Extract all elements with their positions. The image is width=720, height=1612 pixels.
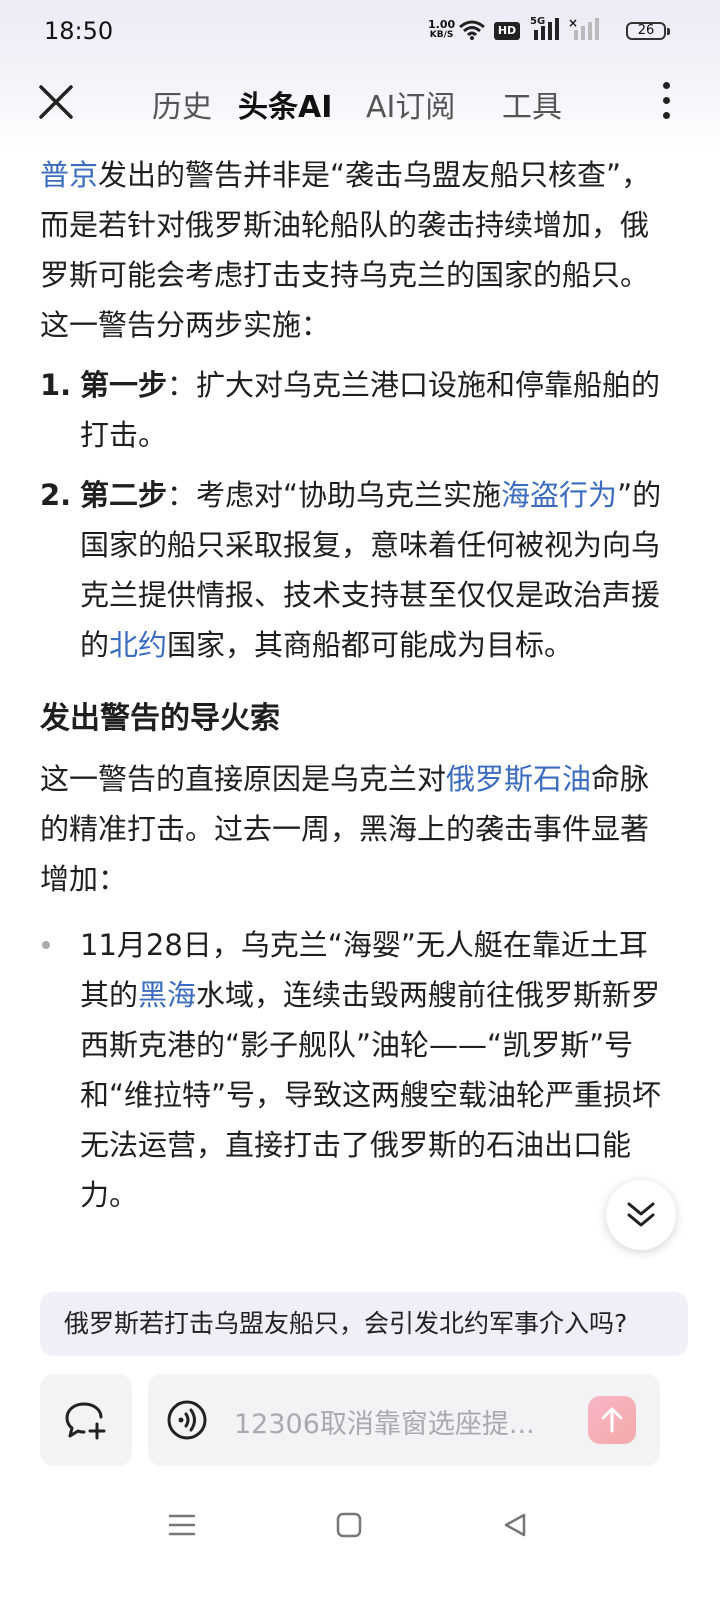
more-options-icon[interactable] bbox=[660, 82, 672, 122]
tab-tools[interactable]: 工具 bbox=[502, 82, 562, 126]
step-item-2: 2. 第二步：考虑对“协助乌克兰实施海盗行为”的国家的船只采取报复，意味着任何被… bbox=[40, 470, 670, 670]
cause-paragraph: 这一警告的直接原因是乌克兰对俄罗斯石油命脉的精准打击。过去一周，黑海上的袭击事件… bbox=[40, 754, 670, 904]
battery-level: 26 bbox=[637, 23, 655, 38]
step-item-1: 1. 第一步：扩大对乌克兰港口设施和停靠船舶的打击。 bbox=[40, 360, 670, 460]
intro-text: 发出的警告并非是“袭击乌盟友船只核查”，而是若针对俄罗斯油轮船队的袭击持续增加，… bbox=[40, 158, 651, 342]
link-piracy[interactable]: 海盗行为 bbox=[501, 478, 617, 512]
back-icon[interactable] bbox=[502, 1512, 528, 1538]
new-chat-icon bbox=[65, 1402, 106, 1440]
intro-paragraph: 普京发出的警告并非是“袭击乌盟友船只核查”，而是若针对俄罗斯油轮船队的袭击持续增… bbox=[40, 150, 670, 350]
tab-toutiao-ai[interactable]: 头条AI bbox=[238, 82, 332, 126]
status-bar: 18:50 1.00 KB/S HD 5G × 26 bbox=[0, 0, 720, 62]
scroll-down-button[interactable] bbox=[606, 1180, 676, 1250]
ai-answer-content: 普京发出的警告并非是“袭击乌盟友船只核查”，而是若针对俄罗斯油轮船队的袭击持续增… bbox=[40, 150, 670, 1220]
status-time: 18:50 bbox=[44, 17, 114, 45]
bullet-text-cont: 水域，连续击毁两艘前往俄罗斯新罗西斯克港的“影子舰队”油轮——“凯罗斯”号和“维… bbox=[80, 978, 662, 1212]
link-russian-oil[interactable]: 俄罗斯石油 bbox=[446, 762, 591, 796]
step-text-end: 国家，其商船都可能成为目标。 bbox=[167, 628, 574, 662]
battery-icon: 26 bbox=[626, 22, 670, 40]
step-number: 2. bbox=[40, 478, 72, 512]
step-title: 第二步 bbox=[80, 478, 168, 512]
top-nav: 历史 头条AI AI订阅 工具 bbox=[0, 68, 720, 136]
step-text: ：考虑对“协助乌克兰实施 bbox=[167, 478, 502, 512]
system-nav-bar bbox=[0, 1490, 720, 1570]
tab-ai-subscribe[interactable]: AI订阅 bbox=[366, 82, 455, 126]
tab-history[interactable]: 历史 bbox=[152, 82, 212, 126]
chat-input[interactable]: 12306取消靠窗选座提... bbox=[148, 1374, 660, 1466]
chat-input-placeholder: 12306取消靠窗选座提... bbox=[234, 1409, 535, 1440]
send-button[interactable] bbox=[588, 1396, 636, 1444]
close-icon[interactable] bbox=[38, 84, 74, 120]
bullet-item: 11月28日，乌克兰“海婴”无人艇在靠近土耳其的黑海水域，连续击毁两艘前往俄罗斯… bbox=[40, 920, 670, 1220]
net-speed-value: 1.00 bbox=[428, 18, 456, 31]
cause-text: 这一警告的直接原因是乌克兰对 bbox=[40, 762, 447, 796]
double-chevron-down-icon bbox=[627, 1202, 655, 1227]
link-putin[interactable]: 普京 bbox=[40, 158, 98, 192]
net-speed-unit: KB/S bbox=[429, 30, 454, 40]
signal-5g-icon: 5G bbox=[530, 16, 560, 44]
link-black-sea[interactable]: 黑海 bbox=[138, 978, 196, 1012]
step-text: ：扩大对乌克兰港口设施和停靠船舶的打击。 bbox=[80, 368, 661, 452]
link-nato[interactable]: 北约 bbox=[109, 628, 167, 662]
suggested-question[interactable]: 俄罗斯若打击乌盟友船只，会引发北约军事介入吗? bbox=[40, 1292, 688, 1356]
section-heading: 发出警告的导火索 bbox=[40, 701, 280, 736]
hd-label: HD bbox=[497, 24, 517, 37]
step-number: 1. bbox=[40, 368, 72, 402]
menu-icon[interactable] bbox=[168, 1512, 196, 1538]
wifi-icon bbox=[459, 20, 485, 40]
step-title: 第一步 bbox=[80, 368, 168, 402]
net-speed: 1.00 KB/S bbox=[428, 19, 455, 41]
new-chat-button[interactable] bbox=[40, 1374, 132, 1466]
bullet-dot bbox=[42, 941, 50, 949]
signal-icon: × bbox=[568, 16, 600, 44]
home-icon[interactable] bbox=[336, 1512, 362, 1538]
arrow-up-icon bbox=[601, 1407, 623, 1433]
voice-icon[interactable] bbox=[166, 1399, 208, 1441]
hd-icon: HD bbox=[494, 22, 520, 40]
